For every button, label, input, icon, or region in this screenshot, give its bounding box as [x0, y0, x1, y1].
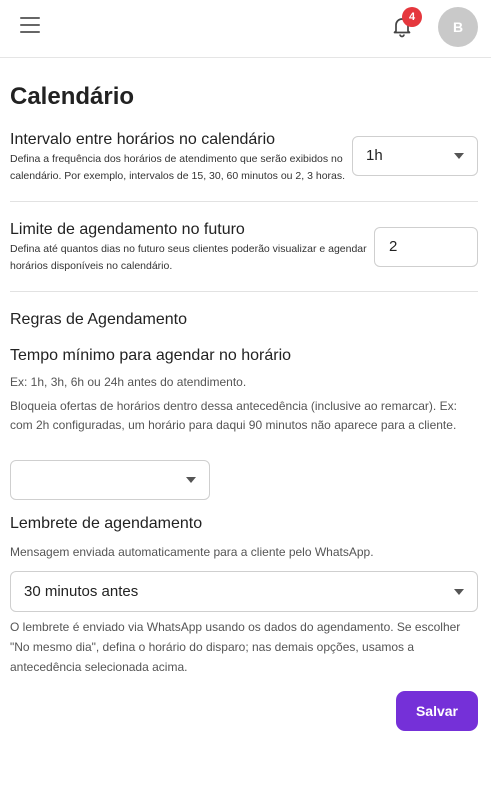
- reminder-note: O lembrete é enviado via WhatsApp usando…: [10, 620, 461, 674]
- interval-select[interactable]: 1h: [352, 136, 478, 176]
- limit-description: Defina até quantos dias no futuro seus c…: [10, 243, 367, 272]
- reminder-select[interactable]: 30 minutos antes: [10, 571, 478, 612]
- menu-icon[interactable]: [20, 17, 40, 35]
- divider: [10, 201, 478, 202]
- min-time-title: Tempo mínimo para agendar no horário: [10, 347, 292, 364]
- avatar[interactable]: B: [438, 7, 478, 47]
- min-time-select[interactable]: [10, 460, 210, 500]
- interval-description: Defina a frequência dos horários de aten…: [10, 153, 346, 182]
- chevron-down-icon: [454, 153, 464, 159]
- divider: [10, 291, 478, 292]
- top-bar: 4 B: [0, 0, 491, 58]
- save-button[interactable]: Salvar: [396, 691, 478, 731]
- reminder-title: Lembrete de agendamento: [10, 515, 203, 532]
- notification-badge: 4: [402, 7, 422, 27]
- limit-title: Limite de agendamento no futuro: [10, 221, 245, 238]
- min-time-example: Ex: 1h, 3h, 6h ou 24h antes do atendimen…: [10, 375, 247, 389]
- reminder-select-value: 30 minutos antes: [24, 583, 139, 600]
- rules-section-title: Regras de Agendamento: [10, 311, 188, 328]
- limit-days-input[interactable]: 2: [374, 227, 478, 267]
- page-title: Calendário: [10, 83, 135, 110]
- min-time-description: Bloqueia ofertas de horários dentro dess…: [10, 399, 457, 432]
- chevron-down-icon: [454, 588, 464, 595]
- interval-select-value: 1h: [366, 147, 383, 164]
- reminder-description: Mensagem enviada automaticamente para a …: [10, 545, 374, 559]
- interval-title: Intervalo entre horários no calendário: [10, 131, 276, 148]
- chevron-down-icon: [186, 477, 196, 483]
